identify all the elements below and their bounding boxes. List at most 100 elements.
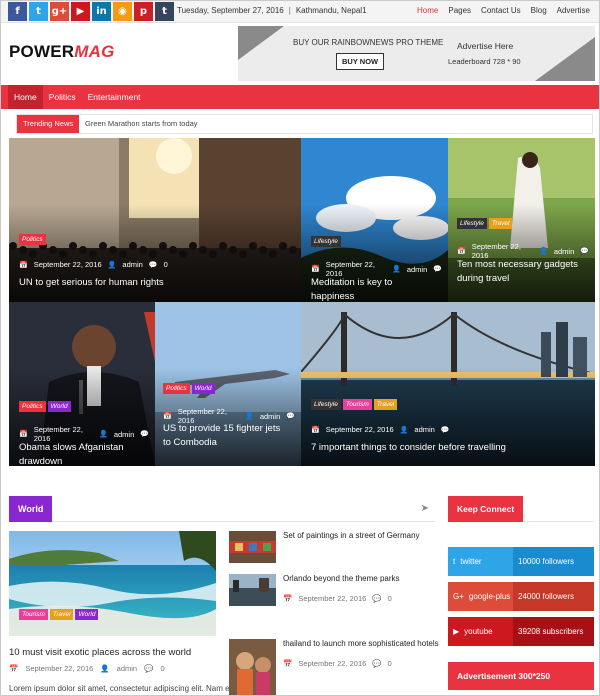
tile-comments[interactable]: 0 (164, 260, 168, 269)
top-nav-home[interactable]: Home (417, 6, 438, 15)
trending-headline[interactable]: Green Marathon starts from today (85, 115, 198, 133)
user-icon: 👤 (245, 413, 254, 420)
featured-tile[interactable]: Lifestyle 📅 September 22, 2016 👤 admin 💬 Medit… (301, 138, 448, 302)
category-tag[interactable]: Tourism (342, 399, 372, 410)
tile-tags: Lifestyle Tourism Travel (311, 399, 398, 410)
thumbnail (229, 531, 276, 563)
list-item-meta: 📅 September 22, 2016 💬 0 (283, 659, 392, 668)
tile-meta: 📅 September 22, 2016 👤 admin 💬 (311, 425, 456, 434)
category-tag[interactable]: Travel (373, 399, 398, 410)
featured-date: September 22, 2016 (25, 664, 94, 673)
facebook-icon[interactable]: f (8, 2, 27, 21)
top-nav-contact[interactable]: Contact Us (481, 6, 521, 15)
buy-now-button[interactable]: BUY NOW (336, 53, 385, 70)
list-item-title[interactable]: Set of paintings in a street of Germany (283, 531, 443, 540)
social-counter-youtube[interactable]: ▶ youtube 39208 subscribers (448, 617, 594, 646)
calendar-icon: 📅 (19, 261, 28, 269)
tile-author[interactable]: admin (407, 265, 427, 274)
calendar-icon: 📅 (19, 431, 28, 438)
thumbnail (229, 639, 276, 695)
list-item[interactable]: Set of paintings in a street of Germany (229, 531, 434, 576)
site-logo[interactable]: POWERMAG (9, 42, 115, 62)
tile-author[interactable]: admin (554, 247, 574, 256)
world-featured-title[interactable]: 10 must visit exotic places across the w… (9, 647, 191, 658)
category-tag[interactable]: Lifestyle (311, 399, 341, 410)
twitter-icon: t (453, 557, 456, 566)
tile-title[interactable]: Meditation is key to happiness (311, 276, 438, 302)
youtube-icon[interactable]: ▶ (71, 2, 90, 21)
social-links: f t g+ ▶ in ◉ p t (8, 2, 174, 21)
tile-title[interactable]: UN to get serious for human rights (19, 276, 291, 290)
category-tag[interactable]: Politics (163, 383, 190, 394)
top-nav-pages[interactable]: Pages (448, 6, 471, 15)
category-tag[interactable]: Travel (49, 609, 74, 620)
category-tag[interactable]: Travel (488, 218, 513, 229)
list-item-date: September 22, 2016 (298, 594, 367, 603)
send-icon[interactable]: ➤ (421, 503, 429, 514)
top-nav-blog[interactable]: Blog (531, 6, 547, 15)
category-tag[interactable]: Politics (19, 401, 46, 412)
category-tag[interactable]: World (47, 401, 71, 412)
tile-author[interactable]: admin (122, 260, 142, 269)
top-info: Tuesday, September 27, 2016 | Kathmandu, N… (177, 6, 367, 15)
pinterest-icon[interactable]: p (134, 2, 153, 21)
list-item-comments[interactable]: 0 (388, 594, 392, 603)
linkedin-icon[interactable]: in (92, 2, 111, 21)
rss-icon[interactable]: ◉ (113, 2, 132, 21)
google-plus-icon[interactable]: g+ (50, 2, 69, 21)
world-featured-image[interactable]: Tourism Travel World (9, 531, 216, 636)
social-counter-google-plus[interactable]: G+ google-plus 24000 followers (448, 582, 594, 611)
list-item[interactable]: Orlando beyond the theme parks 📅 Septembe… (229, 574, 434, 619)
page-frame: f t g+ ▶ in ◉ p t Tuesday, September 27, 2016 | K… (0, 0, 600, 696)
nav-entertainment[interactable]: Entertainment (82, 85, 147, 109)
list-item-title[interactable]: Orlando beyond the theme parks (283, 574, 443, 583)
nav-politics[interactable]: Politics (43, 85, 82, 109)
top-nav-advertise[interactable]: Advertise (557, 6, 590, 15)
category-tag[interactable]: Politics (19, 234, 46, 245)
logo-part1: POWER (9, 42, 75, 61)
tile-tags: Lifestyle (311, 236, 341, 247)
list-item-date: September 22, 2016 (298, 659, 367, 668)
social-counter-count: 24000 followers (513, 582, 594, 611)
category-tag[interactable]: World (75, 609, 99, 620)
category-tag[interactable]: Lifestyle (457, 218, 487, 229)
social-counter-twitter[interactable]: t twitter 10000 followers (448, 547, 594, 576)
google-plus-icon: G+ (453, 592, 464, 601)
tile-author[interactable]: admin (414, 425, 434, 434)
tile-meta: 📅 September 22, 2016 👤 admin 💬 0 (19, 260, 168, 269)
featured-tile[interactable]: Politics 📅 September 22, 2016 👤 admin 💬 0 UN to… (9, 138, 301, 302)
calendar-icon: 📅 (311, 426, 320, 434)
list-item[interactable]: thailand to launch more sophisticated ho… (229, 639, 439, 695)
calendar-icon: 📅 (9, 664, 19, 673)
category-tag[interactable]: World (191, 383, 215, 394)
list-item-comments[interactable]: 0 (388, 659, 392, 668)
featured-comments[interactable]: 0 (160, 664, 164, 673)
tile-title[interactable]: Obama slows Afganistan drawdown (19, 441, 145, 466)
tile-date: September 22, 2016 (325, 425, 394, 434)
featured-tile[interactable]: Politics World 📅 September 22, 2016 👤 admin 💬 O… (9, 302, 155, 466)
tile-title[interactable]: 7 important things to consider before tr… (311, 441, 585, 455)
tile-title[interactable]: Ten most necessary gadgets during travel (457, 258, 584, 286)
featured-tile[interactable]: Lifestyle Travel 📅 September 22, 2016 👤 admin… (448, 138, 595, 302)
sidebar-advertisement[interactable]: Advertisement 300*250 (448, 662, 594, 690)
user-icon: 👤 (392, 266, 401, 273)
header-ad-banner[interactable]: BUY OUR RAINBOWNEWS PRO THEME BUY NOW Ad… (238, 26, 595, 81)
tile-author[interactable]: admin (260, 412, 280, 421)
tile-title[interactable]: US to provide 15 fighter jets to Combodi… (163, 422, 289, 450)
featured-tile[interactable]: Politics World 📅 September 22, 2016 👤 admin 💬 U… (155, 302, 301, 466)
list-item-title[interactable]: thailand to launch more sophisticated ho… (283, 639, 443, 648)
featured-tile[interactable]: Lifestyle Tourism Travel 📅 September 22, 201… (301, 302, 595, 466)
tumblr-icon[interactable]: t (155, 2, 174, 21)
thumb-image (229, 574, 276, 606)
top-bar: f t g+ ▶ in ◉ p t Tuesday, September 27, 2016 | K… (1, 1, 599, 23)
comment-icon: 💬 (433, 266, 442, 273)
banner-promo-text: BUY OUR RAINBOWNEWS PRO THEME (293, 38, 444, 47)
comment-icon: 💬 (286, 413, 295, 420)
category-tag[interactable]: Lifestyle (311, 236, 341, 247)
tile-author[interactable]: admin (114, 430, 134, 439)
twitter-icon[interactable]: t (29, 2, 48, 21)
featured-author[interactable]: admin (117, 664, 137, 673)
category-tag[interactable]: Tourism (19, 609, 48, 620)
world-section-label[interactable]: World (9, 496, 53, 522)
nav-home[interactable]: Home (8, 85, 43, 109)
